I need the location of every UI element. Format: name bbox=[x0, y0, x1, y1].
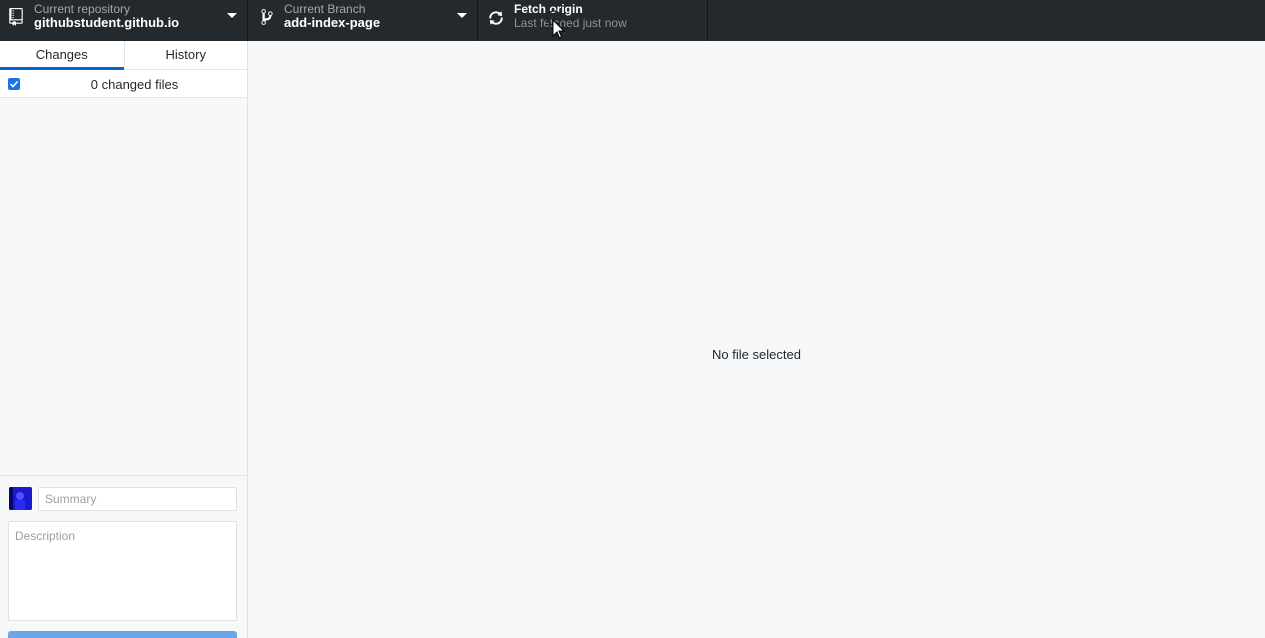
chevron-down-icon bbox=[457, 13, 467, 18]
app-window: Current repository githubstudent.github.… bbox=[0, 0, 1265, 638]
current-repository-button[interactable]: Current repository githubstudent.github.… bbox=[0, 0, 248, 41]
sidebar-tabs: Changes History bbox=[0, 41, 247, 70]
changes-header: 0 changed files bbox=[0, 70, 247, 98]
branch-label: Current Branch bbox=[284, 2, 366, 16]
repo-icon bbox=[9, 8, 23, 26]
empty-state-message: No file selected bbox=[712, 347, 801, 362]
avatar bbox=[9, 487, 32, 510]
select-all-checkbox[interactable] bbox=[8, 78, 20, 90]
changed-files-count: 0 changed files bbox=[90, 77, 179, 92]
fetch-label: Fetch origin bbox=[514, 2, 583, 16]
sync-icon bbox=[489, 11, 503, 25]
repository-label: Current repository bbox=[34, 2, 131, 16]
repository-name: githubstudent.github.io bbox=[34, 15, 180, 30]
description-input[interactable] bbox=[8, 521, 237, 621]
diff-view: No file selected bbox=[248, 41, 1265, 638]
chevron-down-icon bbox=[227, 13, 237, 18]
avatar-image bbox=[9, 487, 32, 510]
summary-input[interactable] bbox=[38, 487, 237, 511]
sidebar: Changes History 0 changed files bbox=[0, 41, 248, 638]
fetch-origin-button[interactable]: Fetch origin Last fetched just now bbox=[478, 0, 708, 41]
commit-message-area bbox=[0, 475, 247, 638]
current-branch-button[interactable]: Current Branch add-index-page bbox=[248, 0, 478, 41]
mouse-cursor-icon bbox=[546, 10, 565, 39]
tab-changes[interactable]: Changes bbox=[0, 41, 124, 70]
git-branch-icon bbox=[261, 9, 273, 25]
branch-name: add-index-page bbox=[284, 15, 381, 30]
tab-history[interactable]: History bbox=[123, 41, 248, 69]
checkmark-icon bbox=[9, 80, 19, 88]
last-fetched-status: Last fetched just now bbox=[514, 16, 627, 30]
commit-button[interactable] bbox=[8, 631, 237, 638]
toolbar: Current repository githubstudent.github.… bbox=[0, 0, 1265, 41]
